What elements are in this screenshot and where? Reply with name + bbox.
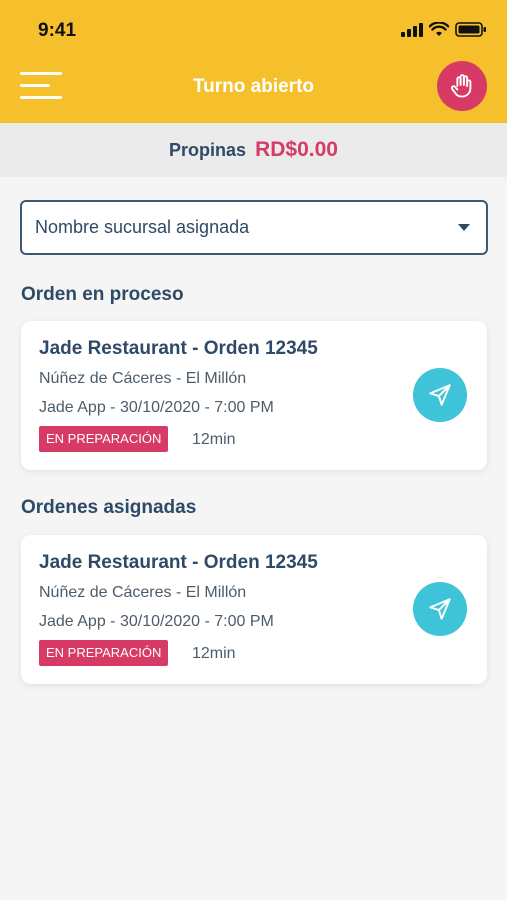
section-title-in-process: Orden en proceso bbox=[21, 284, 184, 305]
status-badge: EN PREPARACIÓN bbox=[39, 426, 169, 452]
status-time: 9:41 bbox=[38, 20, 77, 41]
order-source: Jade App - 30/10/2020 - 7:00 PM bbox=[39, 613, 274, 630]
signal-icon bbox=[401, 22, 423, 37]
branch-select[interactable]: Nombre sucursal asignada bbox=[20, 200, 488, 255]
order-elapsed: 12min bbox=[192, 431, 236, 448]
hand-button[interactable] bbox=[437, 61, 487, 111]
hand-icon bbox=[450, 74, 472, 98]
app-header: 9:41 Turno abierto bbox=[0, 0, 507, 123]
order-source: Jade App - 30/10/2020 - 7:00 PM bbox=[39, 399, 274, 416]
order-card[interactable]: Jade Restaurant - Orden 12345 Núñez de C… bbox=[21, 535, 487, 684]
tips-bar: Propinas RD$0.00 bbox=[0, 123, 507, 177]
order-address: Núñez de Cáceres - El Millón bbox=[39, 370, 247, 387]
order-title: Jade Restaurant - Orden 12345 bbox=[39, 338, 318, 359]
page-title: Turno abierto bbox=[192, 76, 315, 97]
battery-icon bbox=[455, 22, 486, 37]
section-title-assigned: Ordenes asignadas bbox=[21, 497, 197, 518]
tips-amount: RD$0.00 bbox=[255, 138, 338, 161]
status-badge: EN PREPARACIÓN bbox=[39, 640, 169, 666]
navigation-arrow-icon bbox=[429, 384, 451, 406]
order-elapsed: 12min bbox=[192, 645, 236, 662]
navigate-button[interactable] bbox=[413, 368, 467, 422]
order-card[interactable]: Jade Restaurant - Orden 12345 Núñez de C… bbox=[21, 321, 487, 470]
order-address: Núñez de Cáceres - El Millón bbox=[39, 584, 247, 601]
wifi-icon bbox=[429, 22, 449, 36]
tips-label: Propinas bbox=[169, 139, 247, 160]
order-title: Jade Restaurant - Orden 12345 bbox=[39, 552, 318, 573]
caret-down-icon bbox=[458, 224, 470, 231]
branch-select-value: Nombre sucursal asignada bbox=[35, 217, 250, 237]
navigate-button[interactable] bbox=[413, 582, 467, 636]
status-icons bbox=[401, 22, 487, 37]
navigation-arrow-icon bbox=[429, 598, 451, 620]
